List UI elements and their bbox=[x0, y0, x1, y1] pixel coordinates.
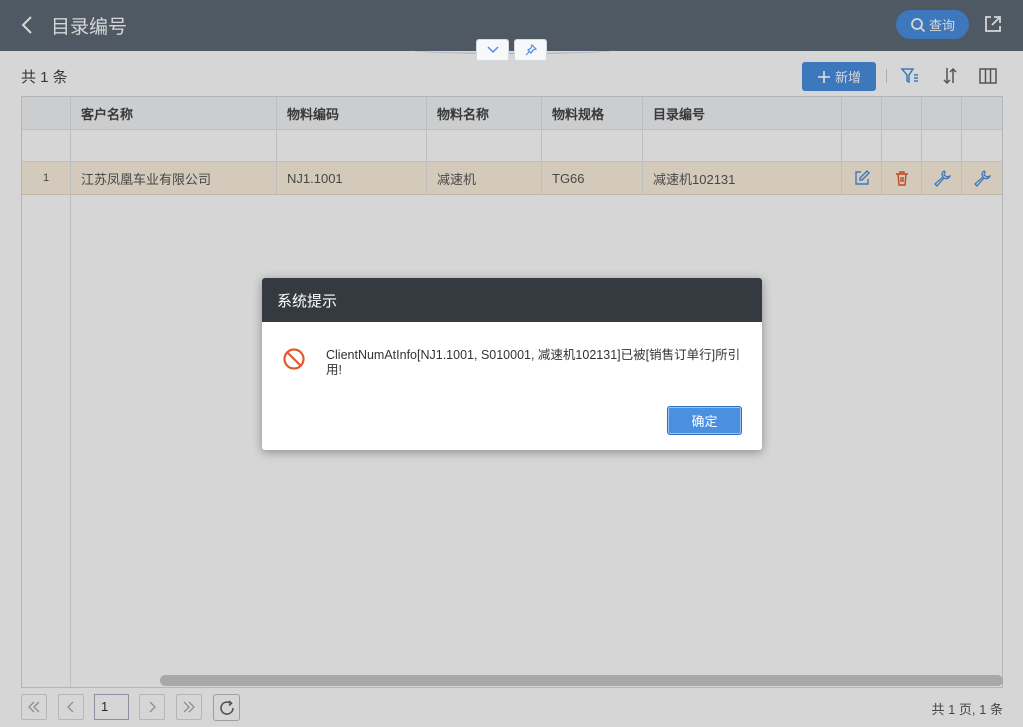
collapse-button[interactable] bbox=[476, 39, 509, 61]
chevron-down-icon bbox=[486, 46, 499, 54]
dialog-message: ClientNumAtInfo[NJ1.1001, S010001, 减速机10… bbox=[326, 348, 741, 377]
pin-button[interactable] bbox=[514, 39, 547, 61]
ok-button[interactable]: 确定 bbox=[667, 406, 742, 435]
dialog-title: 系统提示 bbox=[262, 278, 762, 322]
forbidden-icon bbox=[283, 348, 305, 370]
system-dialog: 系统提示 ClientNumAtInfo[NJ1.1001, S010001, … bbox=[262, 278, 762, 450]
pin-icon bbox=[525, 44, 537, 56]
